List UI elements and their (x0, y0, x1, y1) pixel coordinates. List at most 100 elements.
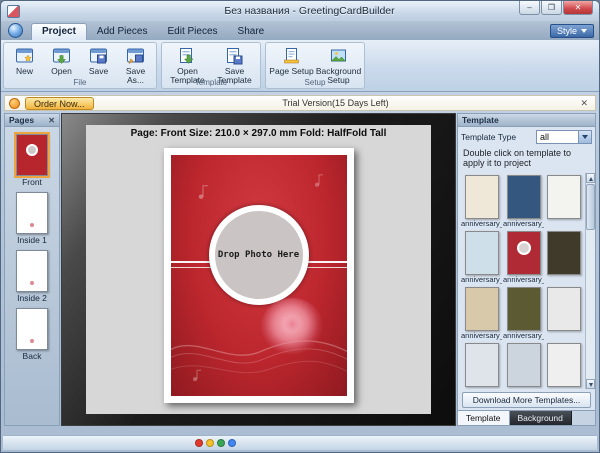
app-window: Без названия - GreetingCardBuilder – ❐ ✕… (0, 0, 600, 453)
template-scrollbar[interactable] (585, 173, 595, 389)
style-menu-button[interactable]: Style (550, 24, 594, 38)
new-button[interactable]: New (6, 44, 43, 76)
status-icon-green[interactable] (217, 439, 225, 447)
template-thumbnail[interactable] (465, 343, 499, 387)
template-thumbnail[interactable] (547, 287, 581, 331)
tab-share[interactable]: Share (228, 24, 275, 40)
page-item-front[interactable]: Front (16, 134, 48, 187)
template-item[interactable] (545, 175, 583, 228)
group-label-template: Template (162, 78, 260, 88)
page-item-back[interactable]: Back (16, 308, 48, 361)
page-item-inside-2[interactable]: Inside 2 (16, 250, 48, 303)
trial-close-icon[interactable]: ✕ (577, 98, 591, 109)
template-thumbnail[interactable] (507, 287, 541, 331)
page-thumbnail-front[interactable] (16, 134, 48, 176)
scrollbar-thumb[interactable] (586, 184, 595, 230)
arrow-up-icon (589, 177, 593, 181)
pages-panel-title: Pages (9, 115, 34, 125)
template-thumbnail[interactable] (507, 175, 541, 219)
open-button[interactable]: Open (43, 44, 80, 76)
page-thumbnail-inside-2[interactable] (16, 250, 48, 292)
template-panel-title: Template (462, 115, 499, 125)
template-label: anniversary_04 (503, 275, 544, 284)
tab-project[interactable]: Project (31, 23, 87, 40)
tab-template[interactable]: Template (458, 411, 510, 425)
template-thumbnail[interactable] (507, 343, 541, 387)
rose-center (283, 316, 301, 332)
titlebar: Без названия - GreetingCardBuilder – ❐ ✕ (1, 1, 599, 21)
page-item-inside-1[interactable]: Inside 1 (16, 192, 48, 245)
template-panel-tabs: Template Background (458, 410, 595, 425)
template-thumbnail[interactable] (465, 231, 499, 275)
page-label: Inside 2 (17, 293, 47, 303)
template-item[interactable]: anniversary_20 (503, 287, 544, 340)
template-hint-text: Double click on template to apply it to … (458, 146, 595, 173)
template-item[interactable]: anniversary_19 (461, 287, 502, 340)
application-menu-orb[interactable] (8, 23, 23, 38)
tab-edit-pieces[interactable]: Edit Pieces (158, 24, 228, 40)
page-setup-button[interactable]: Page Setup (268, 44, 315, 76)
save-as-icon (125, 46, 146, 66)
template-thumbnail[interactable] (547, 343, 581, 387)
scroll-up-button[interactable] (586, 173, 595, 183)
scroll-down-button[interactable] (586, 379, 595, 389)
photo-drop-zone[interactable]: Drop Photo Here (209, 205, 309, 305)
tab-add-pieces[interactable]: Add Pieces (87, 24, 158, 40)
bottom-status-strip (3, 435, 597, 450)
template-item[interactable] (545, 287, 583, 340)
tab-background[interactable]: Background (510, 411, 572, 425)
page-info-text: Page: Front Size: 210.0 × 297.0 mm Fold:… (86, 125, 431, 139)
pages-panel-close-icon[interactable]: ✕ (48, 116, 55, 125)
template-item[interactable] (503, 343, 544, 389)
template-thumbnail[interactable] (465, 175, 499, 219)
template-label: anniversary_19 (461, 331, 502, 340)
status-icon-red[interactable] (195, 439, 203, 447)
ribbon-tab-strip: Project Add Pieces Edit Pieces Share Sty… (1, 21, 599, 40)
maximize-button[interactable]: ❐ (541, 1, 562, 15)
status-icon-blue[interactable] (228, 439, 236, 447)
template-panel-header: Template (458, 114, 595, 127)
template-item[interactable]: anniversary_01 (461, 175, 502, 228)
template-thumbnail[interactable] (465, 287, 499, 331)
page-thumbnail-inside-1[interactable] (16, 192, 48, 234)
window-title: Без названия - GreetingCardBuilder (20, 5, 599, 17)
template-grid: anniversary_01 anniversary_02 anniversar… (458, 173, 584, 389)
select-dropdown-button[interactable] (578, 131, 591, 143)
chevron-down-icon (581, 29, 587, 33)
close-button[interactable]: ✕ (563, 1, 593, 15)
thumbnail-photo-circle (517, 241, 531, 255)
status-icon-yellow[interactable] (206, 439, 214, 447)
order-now-button[interactable]: Order Now... (25, 97, 94, 110)
template-label: anniversary_03 (461, 275, 502, 284)
template-type-row: Template Type all (458, 127, 595, 146)
template-type-select[interactable]: all (536, 130, 592, 144)
download-more-templates-button[interactable]: Download More Templates... (462, 392, 591, 408)
thumbnail-motif (30, 281, 34, 285)
template-item[interactable] (545, 343, 583, 389)
background-setup-icon (328, 46, 349, 66)
trial-message: Trial Version(15 Days Left) (94, 98, 578, 108)
template-item[interactable] (545, 231, 583, 284)
template-item[interactable]: anniversary_04 (503, 231, 544, 284)
template-type-label: Template Type (461, 132, 516, 142)
template-thumbnail[interactable] (547, 175, 581, 219)
template-thumbnail[interactable] (507, 231, 541, 275)
template-item[interactable] (461, 343, 502, 389)
trial-warning-icon (9, 98, 20, 109)
template-thumbnail[interactable] (547, 231, 581, 275)
status-icons (195, 439, 236, 447)
save-button[interactable]: Save (80, 44, 117, 76)
card-front-design[interactable]: Drop Photo Here (171, 155, 347, 396)
template-grid-container: anniversary_01 anniversary_02 anniversar… (458, 173, 595, 389)
style-menu-label: Style (557, 26, 577, 36)
page-thumbnail-back[interactable] (16, 308, 48, 350)
ribbon-group-file: New Open Save (3, 42, 157, 89)
open-template-icon (177, 46, 198, 66)
template-panel: Template Template Type all Double click … (457, 113, 596, 426)
new-document-icon (14, 46, 35, 66)
thumbnail-photo-circle (26, 144, 38, 156)
template-item[interactable]: anniversary_02 (503, 175, 544, 228)
group-label-setup: Setup (266, 78, 364, 88)
minimize-button[interactable]: – (519, 1, 540, 15)
template-item[interactable]: anniversary_03 (461, 231, 502, 284)
